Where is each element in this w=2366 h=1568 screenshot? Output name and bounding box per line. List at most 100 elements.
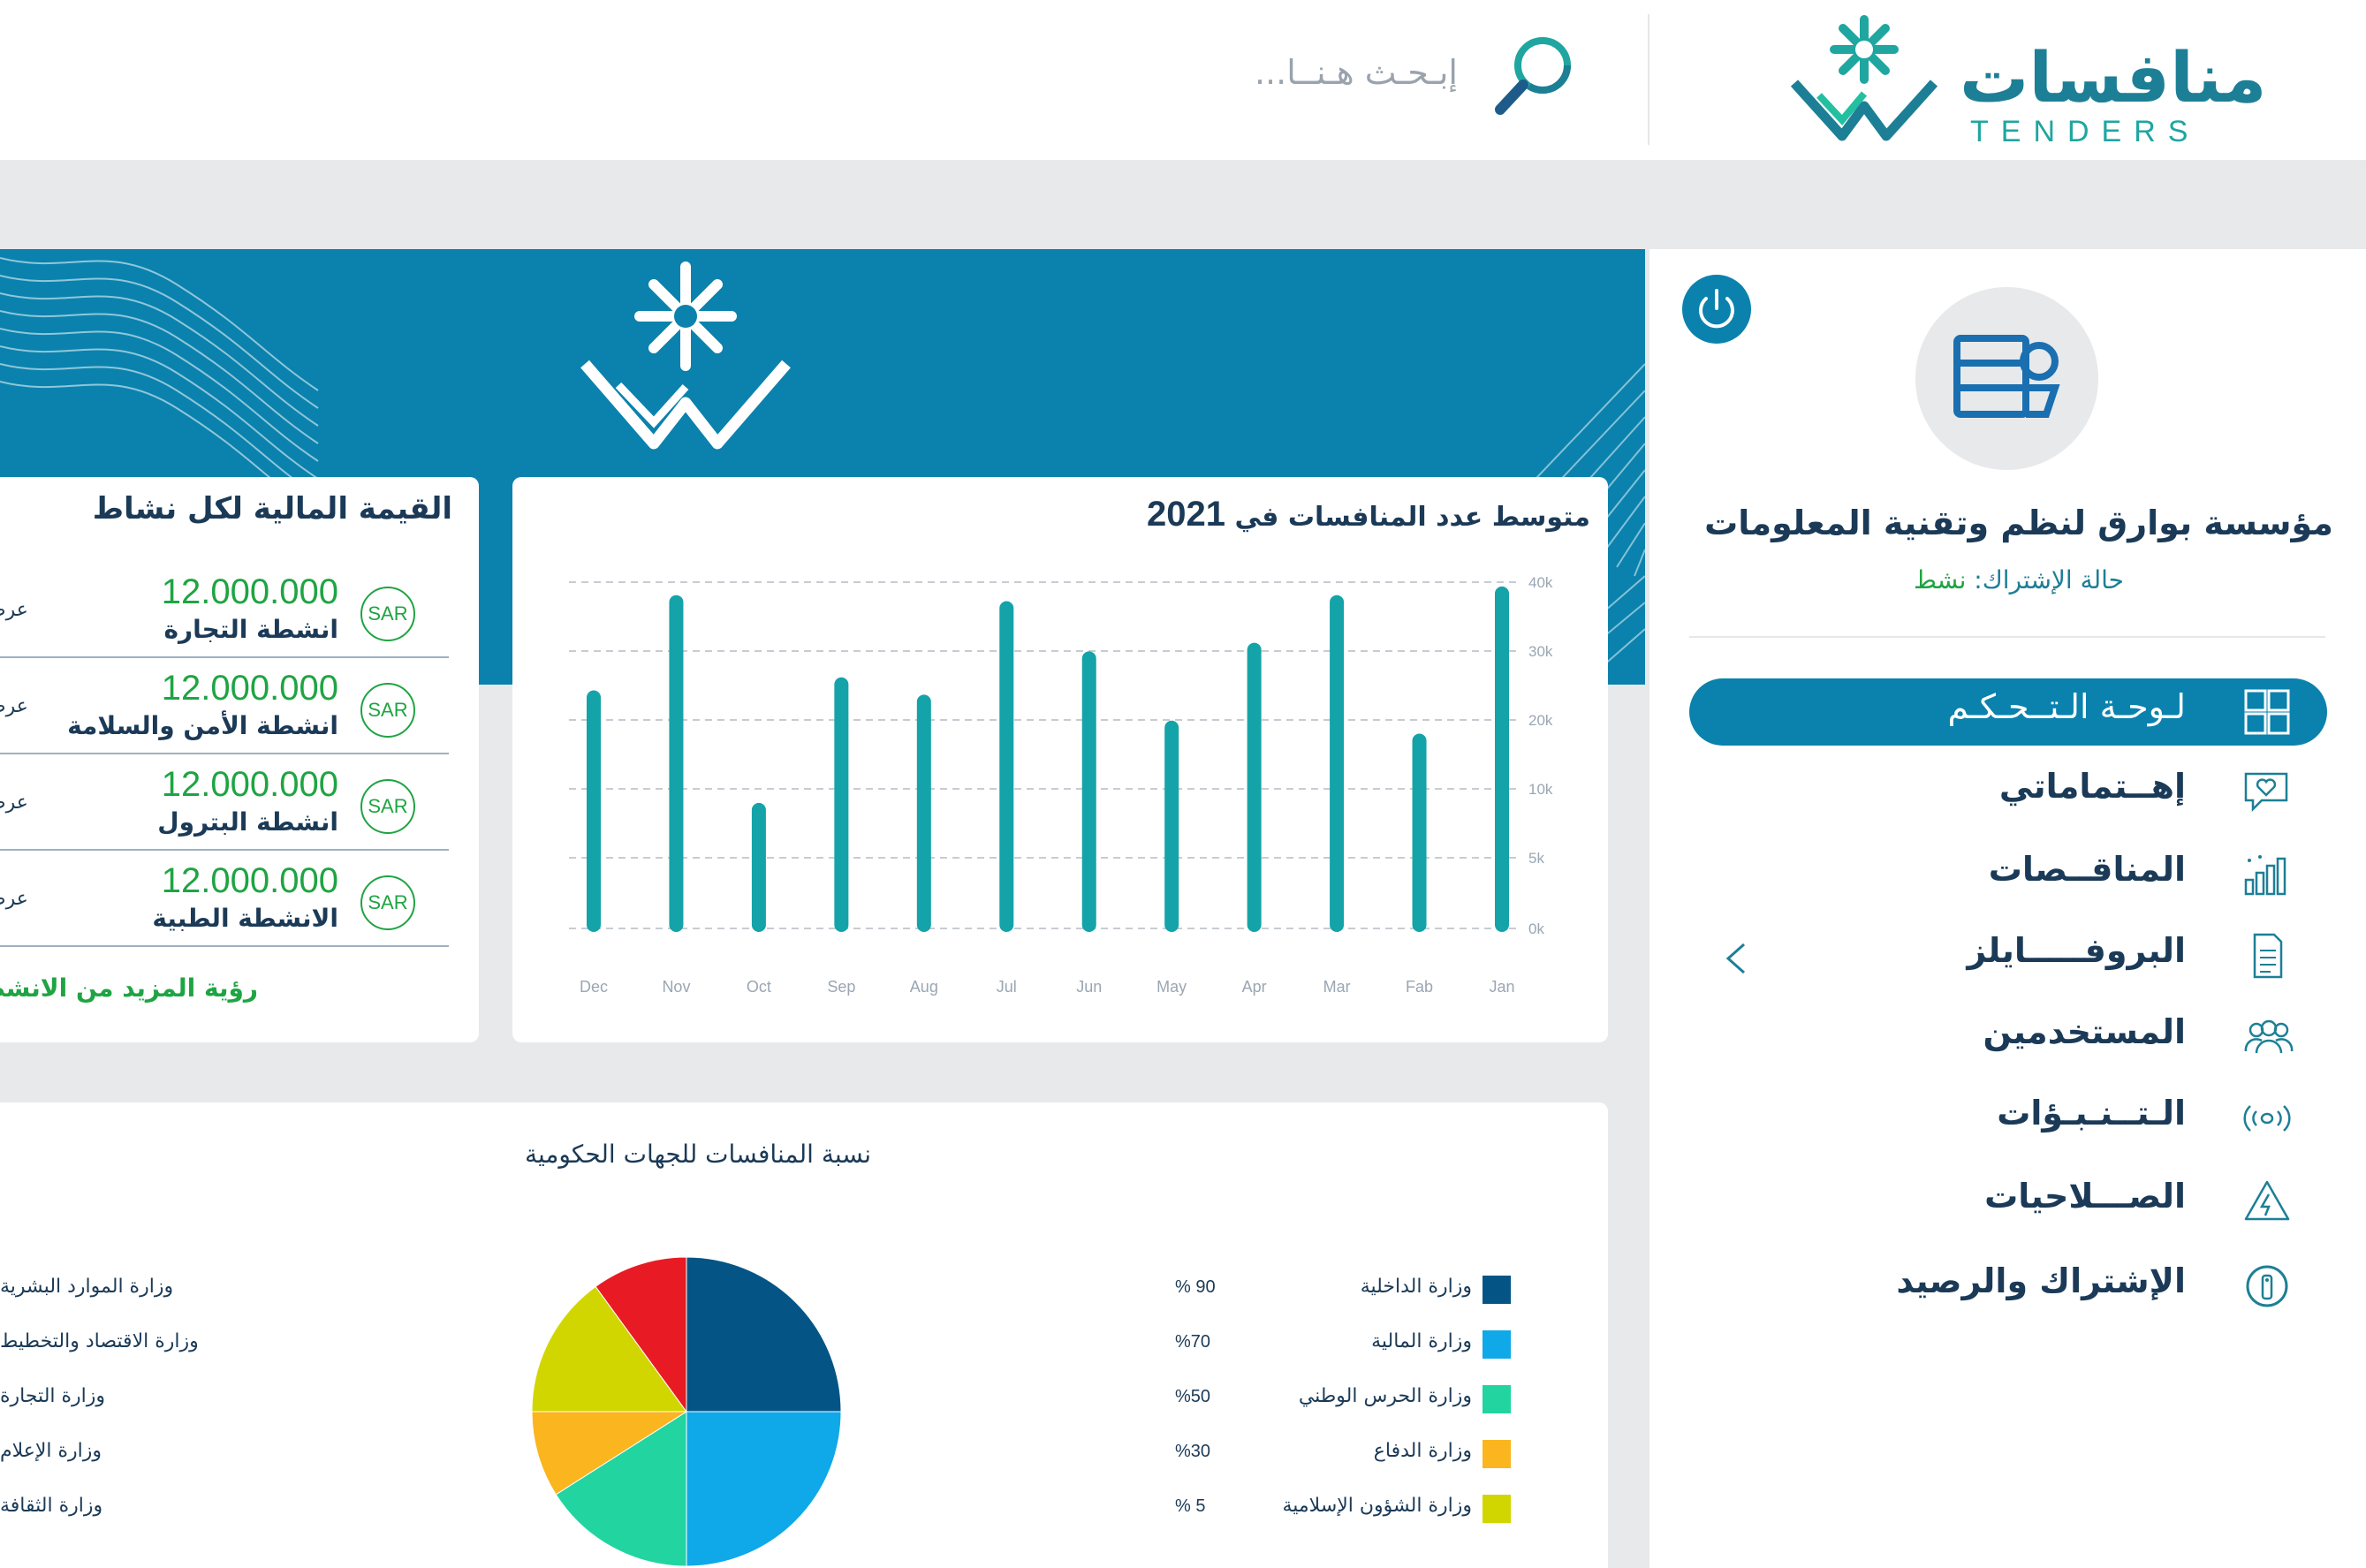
legend-percent: %50 bbox=[1175, 1387, 1211, 1406]
view-link[interactable]: عرض bbox=[0, 792, 28, 814]
pie-legend-item: وزارة المالية %70 bbox=[1175, 1327, 1511, 1362]
nav-item-label: المناقــصات bbox=[1988, 850, 2186, 889]
nav-item-label: البروفـــــايلز bbox=[1967, 931, 2186, 970]
view-link[interactable]: عرض bbox=[0, 888, 28, 910]
nav-item-label: الإشتراك والرصيد bbox=[1896, 1261, 2186, 1300]
legend-swatch bbox=[1483, 1385, 1511, 1413]
chevron-left-icon[interactable] bbox=[1723, 941, 1749, 976]
subscription-status: حالة الإشتراك: نشط bbox=[1679, 565, 2359, 595]
activity-row: 12.000.000 انشطة البترول SAR عرض bbox=[0, 754, 449, 851]
organization-avatar bbox=[1915, 287, 2098, 470]
pie-left-label: وزارة التجارة bbox=[0, 1385, 106, 1407]
x-tick-label: Sep bbox=[827, 978, 855, 996]
nav-item-predictions[interactable]: الـتــنـبـؤات bbox=[1689, 1085, 2327, 1152]
header-divider bbox=[1648, 14, 1649, 145]
pie-legend-item: وزارة الشؤون الإسلامية % 5 bbox=[1175, 1491, 1511, 1526]
tenders-logo-icon bbox=[1790, 15, 1938, 141]
x-tick-label: Fab bbox=[1406, 978, 1433, 996]
activity-value-card: القيمة المالية لكل نشاط 12.000.000 انشطة… bbox=[0, 477, 479, 1042]
power-icon bbox=[1699, 289, 1734, 329]
x-tick-label: Aug bbox=[910, 978, 938, 996]
sar-currency-badge: SAR bbox=[360, 779, 415, 834]
y-tick-label: 20k bbox=[1528, 712, 1553, 729]
bar bbox=[1412, 733, 1427, 932]
y-tick-label: 0k bbox=[1528, 920, 1544, 937]
view-link[interactable]: عرض bbox=[0, 695, 28, 717]
pie-left-label: وزارة الإعلام bbox=[0, 1440, 102, 1462]
activity-name: انشطة التجارة bbox=[163, 615, 339, 644]
info-icon bbox=[2246, 1265, 2288, 1307]
bar bbox=[751, 802, 766, 932]
bar bbox=[1081, 651, 1096, 932]
users-icon bbox=[2244, 1019, 2294, 1054]
nav-item-profiles[interactable]: البروفـــــايلز bbox=[1689, 922, 2327, 989]
bar bbox=[916, 694, 931, 932]
sar-currency-badge: SAR bbox=[360, 875, 415, 930]
pie-slice bbox=[686, 1256, 842, 1413]
activity-row: 12.000.000 الانشطة الطبية SAR عرض bbox=[0, 851, 449, 947]
nav-item-dashboard[interactable]: لـوحـة الـتــحـكـم bbox=[1689, 678, 2327, 746]
logo-english-text: TENDERS bbox=[1970, 115, 2201, 148]
government-pie-chart-card: نسبة المنافسات للجهات الحكومية وزارة الد… bbox=[0, 1102, 1608, 1568]
x-tick-label: Nov bbox=[662, 978, 690, 996]
heart-chat-icon bbox=[2244, 772, 2288, 813]
bar bbox=[1495, 586, 1509, 932]
legend-label: وزارة الحرس الوطني bbox=[1298, 1385, 1472, 1407]
subscription-status-value: نشط bbox=[1914, 565, 1967, 595]
x-tick-label: Apr bbox=[1242, 978, 1267, 996]
power-button[interactable] bbox=[1682, 275, 1751, 344]
legend-swatch bbox=[1483, 1276, 1511, 1304]
x-tick-label: Jun bbox=[1076, 978, 1102, 996]
legend-percent: % 90 bbox=[1175, 1277, 1216, 1297]
nav-item-label: لـوحـة الـتــحـكـم bbox=[1947, 687, 2186, 726]
see-more-activities-link[interactable]: رؤية المزيد من الانشطة bbox=[0, 973, 258, 1003]
subscription-status-label: حالة الإشتراك: bbox=[1974, 565, 2124, 595]
x-tick-label: Jul bbox=[997, 978, 1017, 996]
view-link[interactable]: عرض bbox=[0, 599, 28, 621]
legend-percent: %30 bbox=[1175, 1442, 1211, 1461]
nav-item-label: المستخدمين bbox=[1983, 1012, 2186, 1051]
sar-currency-badge: SAR bbox=[360, 683, 415, 738]
pie-left-label: وزارة الموارد البشرية bbox=[0, 1276, 174, 1298]
y-tick-label: 10k bbox=[1528, 781, 1553, 798]
x-tick-label: May bbox=[1156, 978, 1187, 996]
activity-amount: 12.000.000 bbox=[161, 669, 338, 708]
y-tick-label: 30k bbox=[1528, 643, 1553, 660]
activity-row: 12.000.000 انشطة التجارة SAR عرض bbox=[0, 562, 449, 658]
bar bbox=[1247, 642, 1262, 932]
activity-amount: 12.000.000 bbox=[161, 572, 338, 611]
nav-item-permissions[interactable]: الصـــلاحيات bbox=[1689, 1168, 2327, 1235]
bar bbox=[669, 595, 684, 932]
activity-name: انشطة الأمن والسلامة bbox=[67, 711, 338, 740]
bar bbox=[587, 690, 601, 932]
bar-chart: 40k 30k 20k 10k 5k 0k Jan Fab Mar Apr May Jun Jul Aug… bbox=[569, 574, 1553, 996]
y-tick-label: 5k bbox=[1528, 850, 1544, 867]
search-icon[interactable] bbox=[1491, 34, 1578, 120]
nav-item-tenders[interactable]: المناقــصات bbox=[1689, 841, 2327, 908]
legend-swatch bbox=[1483, 1440, 1511, 1468]
pie-left-label: وزارة الاقتصاد والتخطيط bbox=[0, 1330, 199, 1352]
target-icon bbox=[2243, 1105, 2291, 1132]
nav-item-users[interactable]: المستخدمين bbox=[1689, 1004, 2327, 1071]
pie-left-label: وزارة الثقافة bbox=[0, 1495, 103, 1517]
activity-amount: 12.000.000 bbox=[161, 861, 338, 900]
tenders-bar-chart-card: متوسط عدد المنافسات في 2021 40k 30k 20k 10k… bbox=[512, 477, 1608, 1042]
pie-legend-item: وزارة الدفاع %30 bbox=[1175, 1436, 1511, 1472]
warning-icon bbox=[2244, 1180, 2290, 1221]
nav-item-interests[interactable]: إهــتماماتي bbox=[1689, 758, 2327, 825]
bar bbox=[834, 677, 849, 932]
x-tick-label: Jan bbox=[1489, 978, 1514, 996]
sidebar-divider bbox=[1689, 636, 2325, 638]
logo-arabic-text: منافسات bbox=[1960, 39, 2267, 118]
y-tick-label: 40k bbox=[1528, 574, 1553, 591]
bar-chart-icon bbox=[2244, 855, 2286, 896]
nav-item-subscription[interactable]: الإشتراك والرصيد bbox=[1689, 1253, 2327, 1320]
search-input[interactable]: إبـحـث هـنــا... bbox=[1219, 53, 1458, 92]
x-tick-label: Oct bbox=[747, 978, 771, 996]
legend-label: وزارة الدفاع bbox=[1373, 1440, 1472, 1462]
bar bbox=[999, 601, 1014, 932]
nav-item-label: الصـــلاحيات bbox=[1984, 1177, 2186, 1216]
pie-legend-item: وزارة الحرس الوطني %50 bbox=[1175, 1382, 1511, 1417]
legend-swatch bbox=[1483, 1330, 1511, 1359]
activity-row: 12.000.000 انشطة الأمن والسلامة SAR عرض bbox=[0, 658, 449, 754]
